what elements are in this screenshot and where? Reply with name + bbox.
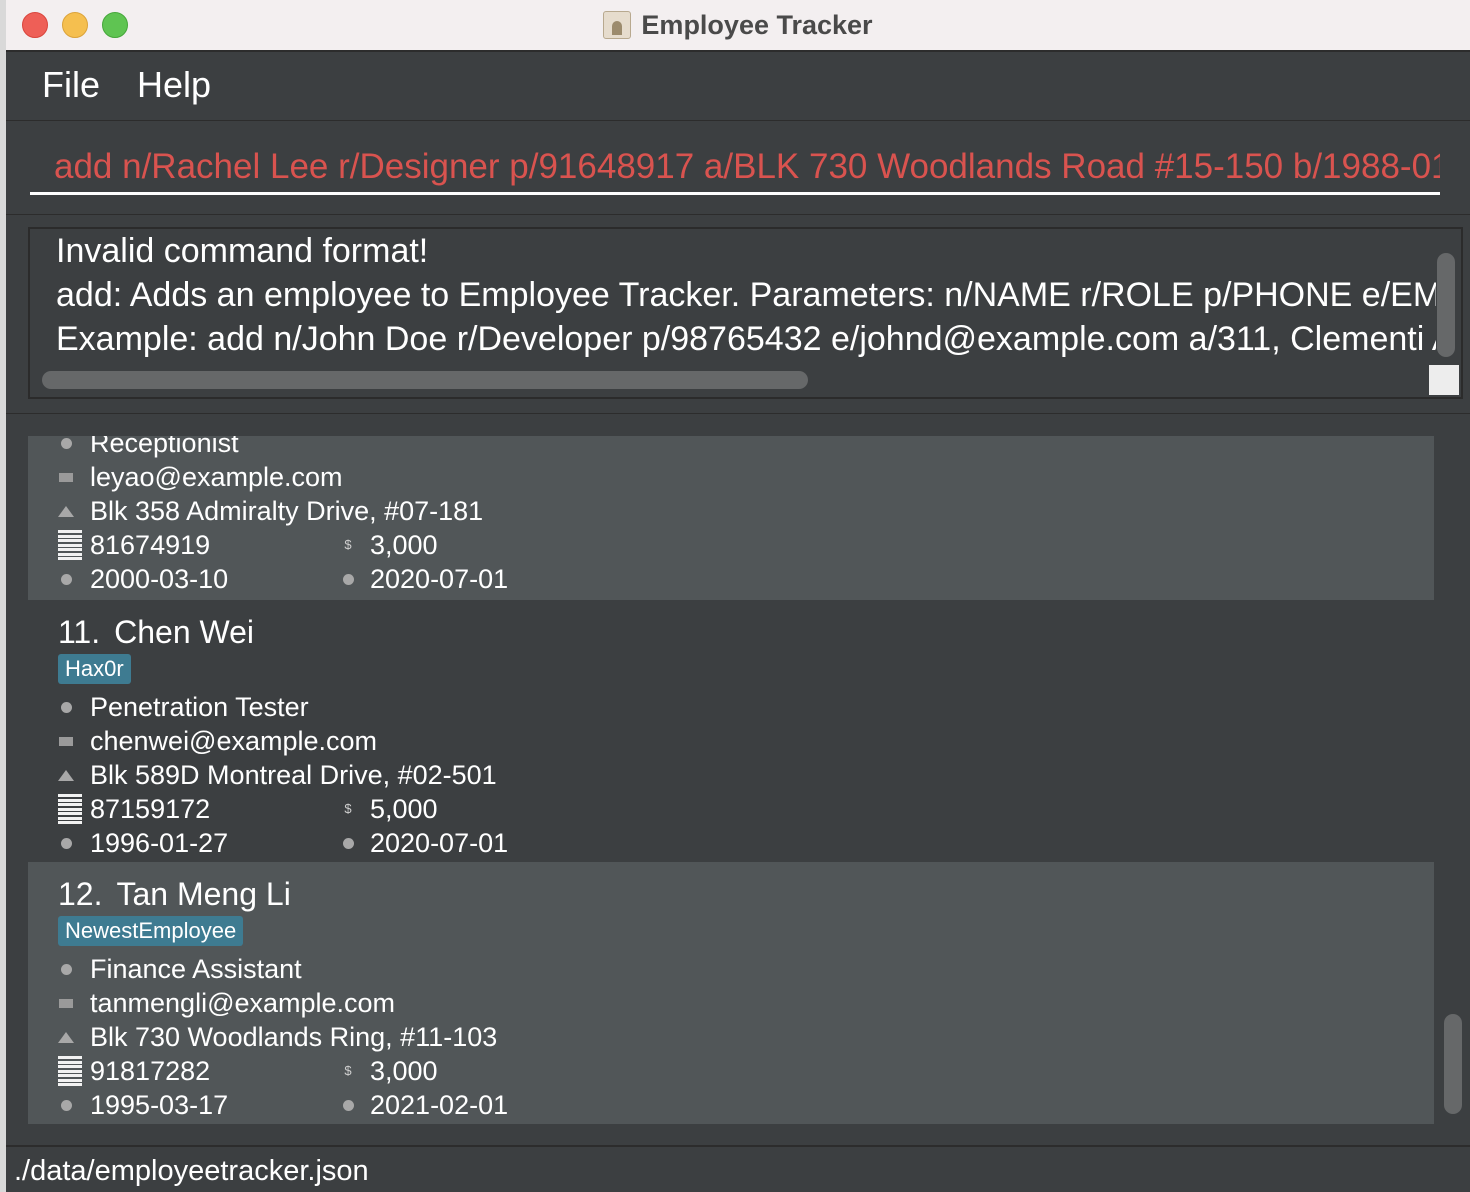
employee-tag: Hax0r (58, 654, 131, 684)
result-vertical-scrollbar[interactable] (1437, 253, 1455, 357)
salary-icon: $ (344, 537, 352, 552)
address-icon (58, 1029, 74, 1045)
email-row: chenwei@example.com (58, 724, 1434, 758)
dates-row: 2000-03-10 2020-07-01 (58, 562, 1434, 596)
employee-email: chenwei@example.com (90, 726, 378, 756)
role-row: Penetration Tester (58, 690, 1434, 724)
menu-file[interactable]: File (42, 64, 100, 106)
start-date-icon (340, 571, 356, 587)
email-icon (58, 733, 74, 749)
result-horizontal-scrollbar[interactable] (42, 371, 808, 389)
employee-start-date: 2021-02-01 (370, 1090, 509, 1120)
phone-salary-row: 91817282 $ 3,000 (58, 1054, 1434, 1088)
employee-list-panel: Receptionist leyao@example.com Blk 358 A… (6, 414, 1470, 1144)
employee-salary: 3,000 (370, 1056, 438, 1086)
status-bar: ./data/employeetracker.json (6, 1145, 1470, 1192)
command-box: add n/Rachel Lee r/Designer p/91648917 a… (6, 121, 1470, 213)
result-line: Example: add n/John Doe r/Developer p/98… (56, 320, 1436, 358)
email-row: leyao@example.com (58, 460, 1434, 494)
role-icon (58, 961, 74, 977)
window-title: Employee Tracker (641, 9, 873, 40)
employee-list[interactable]: Receptionist leyao@example.com Blk 358 A… (28, 436, 1434, 1124)
address-row: Blk 589D Montreal Drive, #02-501 (58, 758, 1434, 792)
employee-name-text: Tan Meng Li (116, 876, 291, 912)
email-icon (58, 995, 74, 1011)
phone-icon (58, 530, 82, 560)
birthday-icon (58, 571, 74, 587)
employee-card[interactable]: 11. Chen Wei Hax0r Penetration Tester che… (28, 600, 1434, 862)
birthday-icon (58, 1097, 74, 1113)
start-date-icon (340, 835, 356, 851)
employee-phone: 91817282 (90, 1056, 211, 1086)
email-row: tanmengli@example.com (58, 986, 1434, 1020)
employee-role: Receptionist (90, 436, 239, 458)
salary-icon: $ (344, 1063, 352, 1078)
employee-start-date: 2020-07-01 (370, 564, 509, 594)
menu-help[interactable]: Help (137, 64, 211, 106)
employee-address: Blk 730 Woodlands Ring, #11-103 (90, 1022, 498, 1052)
address-row: Blk 730 Woodlands Ring, #11-103 (58, 1020, 1434, 1054)
list-vertical-scrollbar[interactable] (1444, 1014, 1462, 1114)
role-row: Receptionist (58, 436, 1434, 460)
salary-icon: $ (344, 801, 352, 816)
role-row: Finance Assistant (58, 952, 1434, 986)
employee-email: leyao@example.com (90, 462, 343, 492)
result-line: Invalid command format! (56, 232, 429, 270)
employee-birthday: 1996-01-27 (90, 828, 229, 858)
employee-card[interactable]: 12. Tan Meng Li NewestEmployee Finance As… (28, 862, 1434, 1124)
employee-salary: 5,000 (370, 794, 438, 824)
role-icon (58, 436, 74, 451)
phone-icon (58, 794, 82, 824)
scroll-corner (1429, 365, 1459, 395)
employee-name: 12. Tan Meng Li (58, 874, 1434, 914)
employee-phone: 81674919 (90, 530, 211, 560)
employee-start-date: 2020-07-01 (370, 828, 509, 858)
employee-salary: 3,000 (370, 530, 438, 560)
app-icon (603, 11, 632, 39)
employee-birthday: 2000-03-10 (90, 564, 229, 594)
result-display-panel: Invalid command format! add: Adds an emp… (6, 214, 1470, 415)
save-file-path: ./data/employeetracker.json (14, 1155, 369, 1187)
email-icon (58, 469, 74, 485)
result-display[interactable]: Invalid command format! add: Adds an emp… (28, 227, 1463, 399)
command-input[interactable]: add n/Rachel Lee r/Designer p/91648917 a… (30, 139, 1440, 195)
result-text: Invalid command format! add: Adds an emp… (56, 229, 1436, 361)
employee-role: Penetration Tester (90, 692, 309, 722)
address-icon (58, 503, 74, 519)
employee-address: Blk 358 Admiralty Drive, #07-181 (90, 496, 484, 526)
address-icon (58, 767, 74, 783)
employee-index: 12. (58, 876, 103, 912)
result-line: add: Adds an employee to Employee Tracke… (56, 276, 1436, 314)
employee-tag: NewestEmployee (58, 916, 244, 946)
employee-card[interactable]: Receptionist leyao@example.com Blk 358 A… (28, 436, 1434, 600)
role-icon (58, 699, 74, 715)
birthday-icon (58, 835, 74, 851)
phone-salary-row: 87159172 $ 5,000 (58, 792, 1434, 826)
phone-salary-row: 81674919 $ 3,000 (58, 528, 1434, 562)
employee-phone: 87159172 (90, 794, 211, 824)
title-wrap: Employee Tracker (6, 0, 1470, 50)
menu-bar: File Help (6, 52, 1470, 121)
employee-index: 11. (58, 614, 101, 650)
employee-name-text: Chen Wei (114, 614, 255, 650)
employee-name: 11. Chen Wei (58, 612, 1434, 652)
app-window: Employee Tracker File Help add n/Rachel … (6, 0, 1470, 1192)
title-bar: Employee Tracker (6, 0, 1470, 52)
address-row: Blk 358 Admiralty Drive, #07-181 (58, 494, 1434, 528)
employee-role: Finance Assistant (90, 954, 302, 984)
employee-address: Blk 589D Montreal Drive, #02-501 (90, 760, 497, 790)
dates-row: 1995-03-17 2021-02-01 (58, 1088, 1434, 1122)
phone-icon (58, 1056, 82, 1086)
employee-email: tanmengli@example.com (90, 988, 396, 1018)
dates-row: 1996-01-27 2020-07-01 (58, 826, 1434, 860)
start-date-icon (340, 1097, 356, 1113)
employee-birthday: 1995-03-17 (90, 1090, 229, 1120)
